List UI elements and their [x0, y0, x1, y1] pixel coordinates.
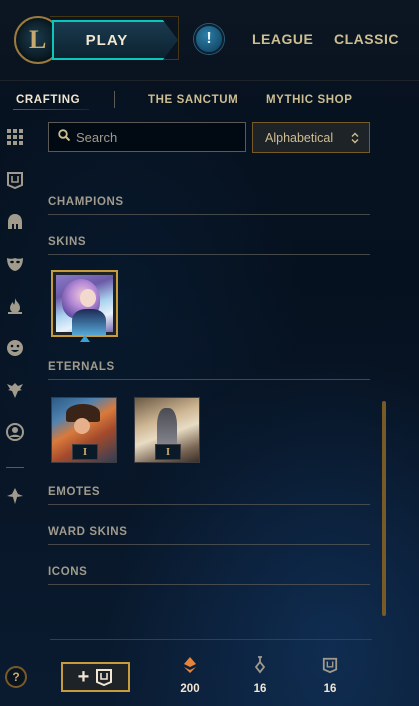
alert-icon[interactable]: !	[194, 24, 224, 54]
skin-artwork	[56, 275, 113, 335]
orange-essence-counter: 200	[170, 656, 210, 695]
scrollbar-thumb[interactable]	[382, 401, 386, 616]
section-divider	[48, 214, 370, 215]
orange-essence-icon	[184, 657, 196, 673]
selected-indicator	[80, 335, 90, 342]
play-button-label: PLAY	[85, 31, 129, 49]
eternal-series-badge: I	[155, 444, 181, 460]
section-divider	[48, 584, 370, 585]
grid-icon[interactable]	[5, 127, 25, 147]
eternal-tile[interactable]: I	[134, 397, 200, 463]
search-box[interactable]	[48, 122, 246, 152]
section-eternals: ETERNALS	[48, 361, 115, 373]
orange-essence-value: 200	[180, 683, 200, 695]
nav-link-classic[interactable]: CLASSIC	[334, 31, 399, 47]
skin-tile-selected[interactable]	[51, 270, 118, 337]
chest-icon	[96, 669, 113, 686]
sort-dropdown[interactable]: Alphabetical	[252, 122, 370, 153]
section-divider	[48, 379, 370, 380]
plus-icon: +	[77, 666, 90, 688]
section-icons: ICONS	[48, 566, 88, 578]
key-fragment-icon	[254, 656, 266, 674]
skin-mask-icon[interactable]	[5, 254, 25, 274]
add-chest-button[interactable]: +	[61, 662, 130, 692]
section-divider	[48, 544, 370, 545]
search-input[interactable]	[70, 128, 238, 146]
section-divider	[48, 254, 370, 255]
profile-icon[interactable]	[5, 422, 25, 442]
footer-divider	[50, 639, 372, 640]
tab-the-sanctum[interactable]: THE SANCTUM	[148, 94, 238, 106]
subnav-divider	[114, 91, 115, 108]
chest-icon	[322, 657, 338, 674]
sort-dropdown-value: Alphabetical	[265, 130, 334, 145]
tab-mythic-shop[interactable]: MYTHIC SHOP	[266, 94, 352, 106]
section-skins: SKINS	[48, 236, 87, 248]
key-fragment-counter: 16	[240, 656, 280, 695]
chest-icon[interactable]	[5, 170, 25, 190]
rail-divider	[6, 467, 24, 468]
nav-link-league[interactable]: LEAGUE	[252, 31, 313, 47]
active-tab-underline	[13, 109, 89, 110]
eternal-tile[interactable]: I	[51, 397, 117, 463]
tab-crafting[interactable]: CRAFTING	[16, 94, 80, 106]
section-ward-skins: WARD SKINS	[48, 526, 128, 538]
chest-value: 16	[323, 683, 337, 695]
sort-chevrons-icon	[351, 132, 359, 143]
search-icon	[58, 128, 71, 146]
section-divider	[48, 504, 370, 505]
section-champions: CHAMPIONS	[48, 196, 124, 208]
eternal-series-badge: I	[72, 444, 98, 460]
chest-counter: 16	[310, 656, 350, 695]
help-icon[interactable]: ?	[5, 666, 27, 688]
tft-icon[interactable]	[5, 486, 25, 506]
play-button[interactable]: PLAY	[52, 20, 178, 60]
eternals-flame-icon[interactable]	[5, 296, 25, 316]
champion-helmet-icon[interactable]	[5, 212, 25, 232]
section-emotes: EMOTES	[48, 486, 101, 498]
key-fragment-value: 16	[253, 683, 267, 695]
ward-icon[interactable]	[5, 380, 25, 400]
emote-smile-icon[interactable]	[5, 338, 25, 358]
